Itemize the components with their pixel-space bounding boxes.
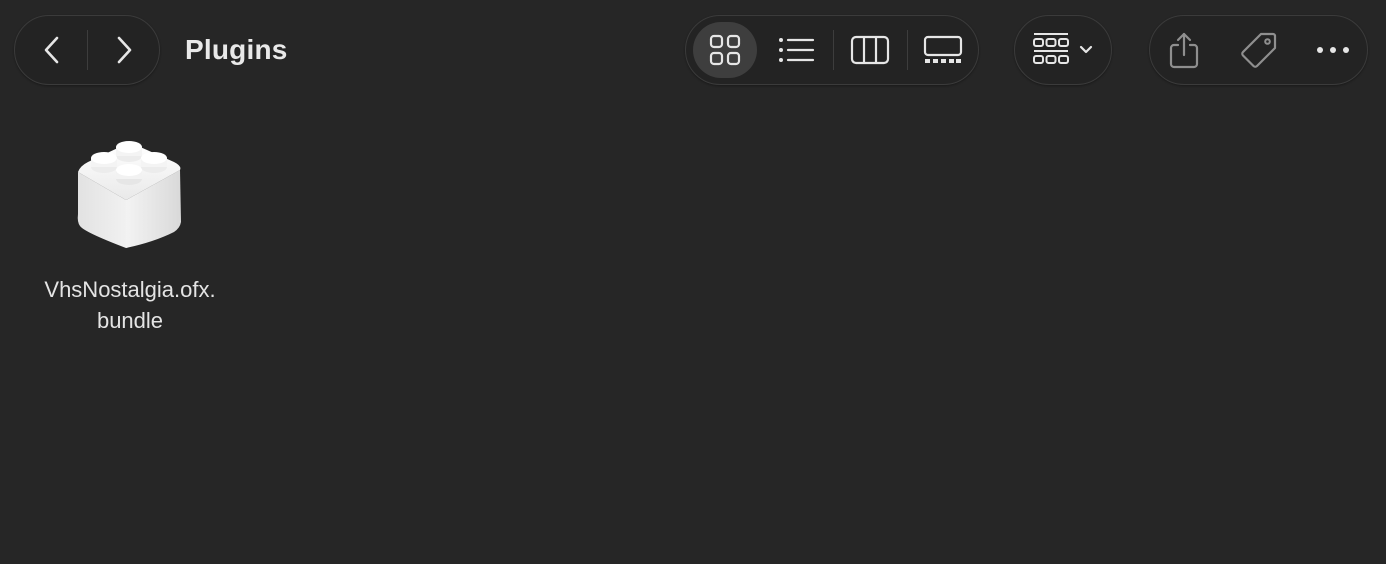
icon-view-grid-icon xyxy=(709,34,741,66)
view-divider-1 xyxy=(833,30,834,70)
column-view-icon xyxy=(850,35,890,65)
file-item[interactable]: VhsNostalgia.ofx. bundle xyxy=(28,134,232,336)
plugin-bundle-icon xyxy=(77,141,181,248)
gallery-view-icon xyxy=(923,35,963,63)
finder-window: Plugins VhsNostalgia.ofx. bundle xyxy=(0,0,1386,564)
view-mode-group xyxy=(685,15,979,85)
list-view-icon xyxy=(779,38,815,62)
tag-button[interactable] xyxy=(1236,24,1282,76)
icon-view-button[interactable] xyxy=(693,22,757,78)
share-button[interactable] xyxy=(1162,24,1206,76)
forward-button[interactable] xyxy=(101,26,147,74)
group-by-dropdown[interactable] xyxy=(1077,38,1095,62)
navigation-group xyxy=(14,15,160,85)
more-icon xyxy=(1317,47,1349,53)
nav-divider xyxy=(87,30,88,70)
page-title: Plugins xyxy=(185,34,288,65)
chevron-down-icon xyxy=(1079,45,1093,54)
back-button[interactable] xyxy=(29,26,75,74)
file-name-line-2: bundle xyxy=(96,308,164,333)
group-by-grid-icon xyxy=(1033,33,1069,64)
tag-icon xyxy=(1241,32,1277,68)
file-name: VhsNostalgia.ofx. bundle xyxy=(28,274,232,336)
share-icon xyxy=(1169,32,1199,69)
group-by-control[interactable] xyxy=(1014,15,1112,85)
group-by-button[interactable] xyxy=(1029,26,1073,74)
column-view-button[interactable] xyxy=(839,22,901,78)
view-divider-2 xyxy=(907,30,908,70)
file-name-line-1: VhsNostalgia.ofx. xyxy=(44,277,216,302)
more-options-button[interactable] xyxy=(1310,26,1356,74)
chevron-right-icon xyxy=(117,36,132,64)
list-view-button[interactable] xyxy=(766,22,828,78)
gallery-view-button[interactable] xyxy=(912,22,974,78)
actions-group xyxy=(1149,15,1368,85)
chevron-left-icon xyxy=(44,36,59,64)
